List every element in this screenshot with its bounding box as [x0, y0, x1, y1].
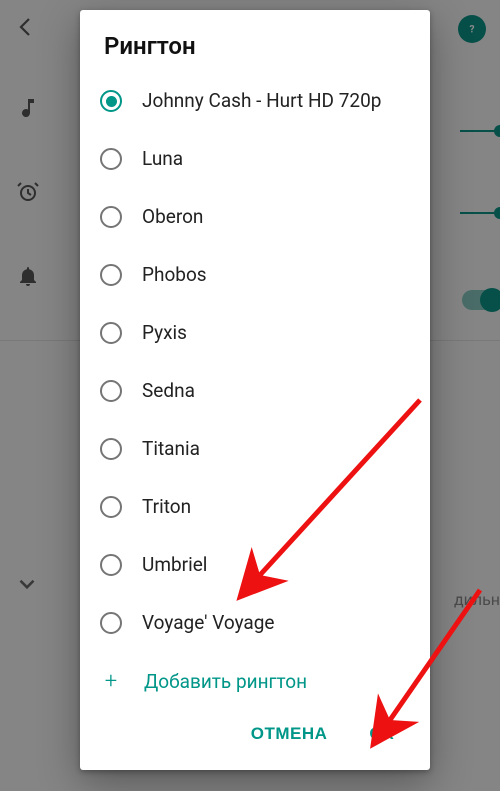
- radio-icon[interactable]: [100, 322, 122, 344]
- radio-icon[interactable]: [100, 90, 122, 112]
- radio-icon[interactable]: [100, 206, 122, 228]
- ringtone-option[interactable]: Umbriel: [100, 536, 430, 594]
- ringtone-list[interactable]: Johnny Cash - Hurt HD 720p Luna Oberon Phob…: [80, 72, 430, 702]
- ringtone-option-label: Luna: [142, 147, 183, 171]
- ringtone-option[interactable]: Luna: [100, 130, 430, 188]
- plus-icon: +: [100, 669, 122, 694]
- ringtone-option-label: Oberon: [142, 205, 203, 229]
- ringtone-option-label: Umbriel: [142, 553, 207, 577]
- ok-button[interactable]: ОК: [363, 716, 400, 752]
- ringtone-option-label: Pyxis: [142, 321, 187, 345]
- radio-icon[interactable]: [100, 264, 122, 286]
- radio-icon[interactable]: [100, 438, 122, 460]
- radio-icon[interactable]: [100, 148, 122, 170]
- ringtone-option-label: Titania: [142, 437, 200, 461]
- ringtone-option-label: Johnny Cash - Hurt HD 720p: [142, 89, 381, 113]
- add-ringtone-label: Добавить рингтон: [144, 670, 307, 693]
- ringtone-option[interactable]: Pyxis: [100, 304, 430, 362]
- ringtone-option-label: Sedna: [142, 379, 195, 403]
- ringtone-option[interactable]: Oberon: [100, 188, 430, 246]
- ringtone-option[interactable]: Voyage' Voyage: [100, 594, 430, 652]
- radio-icon[interactable]: [100, 612, 122, 634]
- ringtone-option[interactable]: Phobos: [100, 246, 430, 304]
- ringtone-dialog: Рингтон Johnny Cash - Hurt HD 720p Luna Ob…: [80, 10, 430, 770]
- radio-icon[interactable]: [100, 496, 122, 518]
- ringtone-option[interactable]: Titania: [100, 420, 430, 478]
- ringtone-option-label: Triton: [142, 495, 191, 519]
- cancel-button[interactable]: ОТМЕНА: [245, 716, 334, 752]
- radio-icon[interactable]: [100, 380, 122, 402]
- add-ringtone-button[interactable]: + Добавить рингтон: [100, 652, 430, 702]
- dialog-actions: ОТМЕНА ОК: [80, 702, 430, 770]
- ringtone-option-label: Phobos: [142, 263, 207, 287]
- ringtone-option[interactable]: Sedna: [100, 362, 430, 420]
- radio-icon[interactable]: [100, 554, 122, 576]
- ringtone-option-label: Voyage' Voyage: [142, 611, 275, 635]
- dialog-title: Рингтон: [80, 10, 430, 72]
- ringtone-option[interactable]: Triton: [100, 478, 430, 536]
- ringtone-option[interactable]: Johnny Cash - Hurt HD 720p: [100, 72, 430, 130]
